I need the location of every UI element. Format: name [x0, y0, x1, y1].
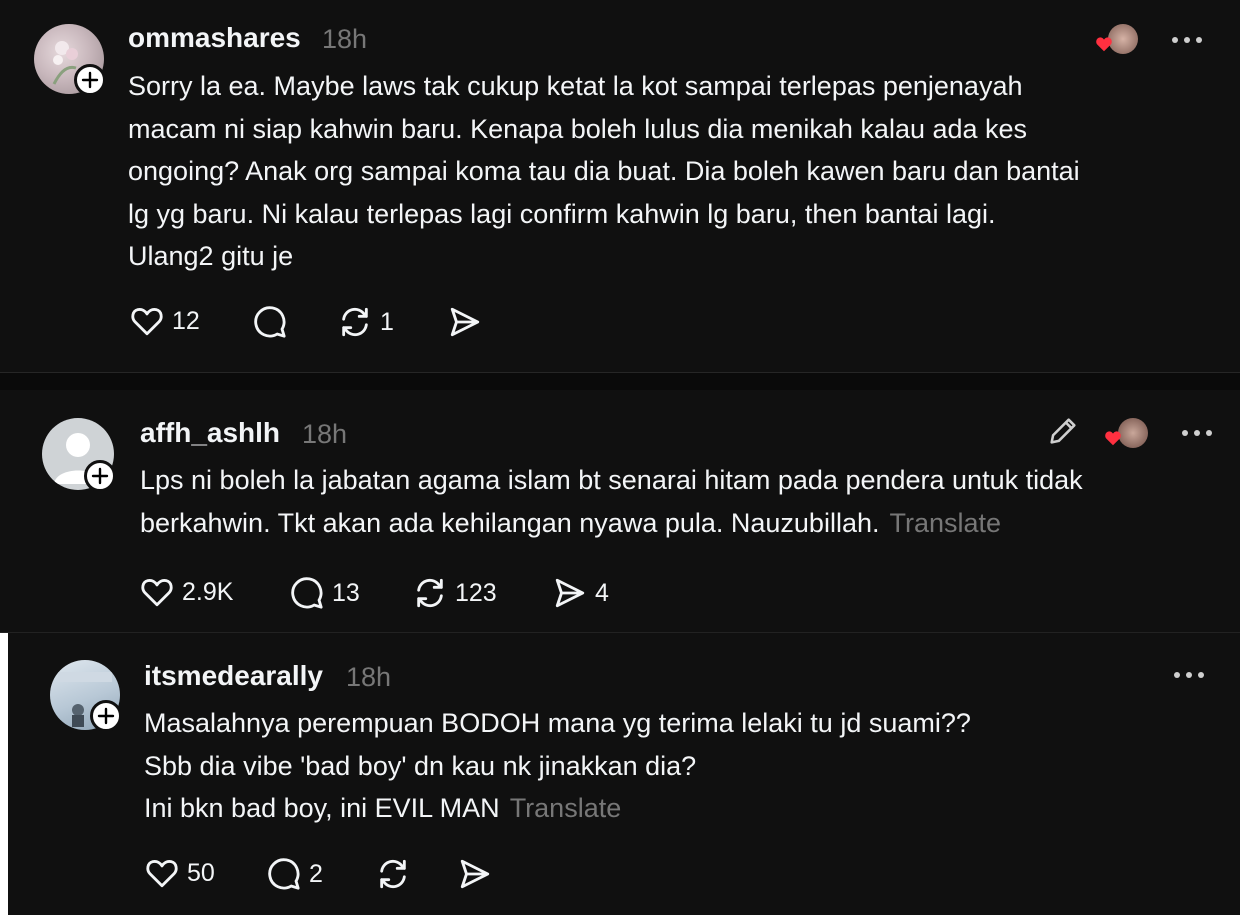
more-options-icon[interactable] — [1172, 37, 1202, 43]
post-text-line: macam ni siap kahwin baru. Kenapa boleh … — [128, 113, 1028, 144]
post-text-line: Ulang2 gitu je — [128, 241, 294, 271]
post-text-line-content: Ini bkn bad boy, ini EVIL MAN — [144, 793, 500, 823]
username[interactable]: affh_ashlh — [140, 417, 280, 449]
avatar[interactable] — [42, 418, 116, 492]
post-time: 18h — [302, 419, 348, 449]
post-text-line: Lps ni boleh la jabatan agama islam bt s… — [140, 465, 1083, 495]
post-text-line: berkahwin. Tkt akan ada kehilangan nyawa… — [140, 502, 1220, 545]
avatar[interactable] — [50, 660, 122, 732]
repost-count: 1 — [380, 307, 394, 336]
divider-line — [0, 372, 1240, 373]
reply-button[interactable] — [253, 305, 295, 339]
follow-plus-icon[interactable] — [74, 64, 106, 96]
reply-button[interactable]: 2 — [267, 857, 323, 891]
reply-count: 13 — [332, 578, 360, 607]
repost-arrows-icon — [380, 859, 406, 889]
heart-outline-icon — [146, 860, 178, 888]
more-options-icon[interactable] — [1182, 430, 1212, 436]
post-body: Masalahnya perempuan BODOH mana yg terim… — [144, 702, 1204, 830]
username[interactable]: itsmedearally — [144, 660, 323, 692]
liker-avatar — [1118, 418, 1148, 448]
post-body: Lps ni boleh la jabatan agama islam bt s… — [140, 459, 1220, 544]
heart-badge-icon — [1096, 37, 1112, 52]
more-options-icon[interactable] — [1174, 672, 1204, 678]
like-count: 50 — [187, 858, 215, 887]
like-button[interactable]: 2.9K — [140, 576, 233, 608]
post-divider — [0, 372, 1240, 390]
share-button[interactable] — [458, 857, 500, 891]
follow-plus-icon[interactable] — [90, 700, 122, 732]
heart-outline-icon — [141, 579, 173, 607]
thread-post: ommashares 18h Sorry la ea. Maybe laws t… — [0, 0, 1240, 372]
thread-post: affh_ashlh 18h Lps ni boleh la jabatan a… — [0, 390, 1240, 632]
username[interactable]: ommashares — [128, 22, 301, 54]
post-time: 18h — [346, 662, 392, 692]
translate-link[interactable]: Translate — [510, 793, 622, 823]
follow-plus-icon[interactable] — [84, 460, 116, 492]
repost-button[interactable] — [376, 857, 418, 891]
speech-bubble-icon — [291, 577, 323, 609]
reply-count: 2 — [309, 859, 323, 888]
like-button[interactable]: 50 — [145, 857, 215, 889]
translate-link[interactable]: Translate — [889, 508, 1001, 538]
repost-arrows-icon — [342, 307, 368, 337]
repost-count: 123 — [455, 578, 497, 607]
like-count: 12 — [172, 306, 200, 335]
reply-button[interactable]: 13 — [290, 576, 360, 610]
repost-button[interactable]: 123 — [413, 576, 497, 610]
pencil-icon[interactable] — [1046, 414, 1080, 448]
share-count: 4 — [595, 578, 609, 607]
share-button[interactable]: 4 — [553, 576, 609, 610]
speech-bubble-icon — [268, 858, 300, 890]
share-button[interactable] — [448, 305, 490, 339]
divider-line — [0, 632, 1240, 633]
post-text-line: Ini bkn bad boy, ini EVIL MAN Translate — [144, 787, 1204, 830]
post-time: 18h — [322, 24, 368, 54]
thread-post: itsmedearally 18h Masalahnya perempuan B… — [8, 634, 1240, 915]
heart-badge-icon — [1105, 431, 1121, 446]
heart-outline-icon — [131, 308, 163, 336]
post-text-line: Masalahnya perempuan BODOH mana yg terim… — [144, 708, 971, 738]
post-text-line: Sorry la ea. Maybe laws tak cukup ketat … — [128, 71, 1023, 101]
repost-arrows-icon — [417, 578, 443, 608]
repost-button[interactable]: 1 — [338, 305, 394, 339]
post-text-line: Sbb dia vibe 'bad boy' dn kau nk jinakka… — [144, 750, 697, 781]
paper-plane-icon — [450, 307, 480, 337]
post-text-line: ongoing? Anak org sampai koma tau dia bu… — [128, 156, 1080, 186]
post-text-line: lg yg baru. Ni kalau terlepas lagi confi… — [128, 198, 996, 229]
post-body: Sorry la ea. Maybe laws tak cukup ketat … — [128, 65, 1218, 278]
avatar[interactable] — [34, 24, 106, 96]
speech-bubble-icon — [254, 306, 286, 338]
post-text-line-content: berkahwin. Tkt akan ada kehilangan nyawa… — [140, 507, 880, 538]
paper-plane-icon — [460, 859, 490, 889]
paper-plane-icon — [555, 578, 585, 608]
like-button[interactable]: 12 — [130, 305, 200, 337]
post-divider — [0, 633, 8, 915]
like-count: 2.9K — [182, 577, 234, 606]
